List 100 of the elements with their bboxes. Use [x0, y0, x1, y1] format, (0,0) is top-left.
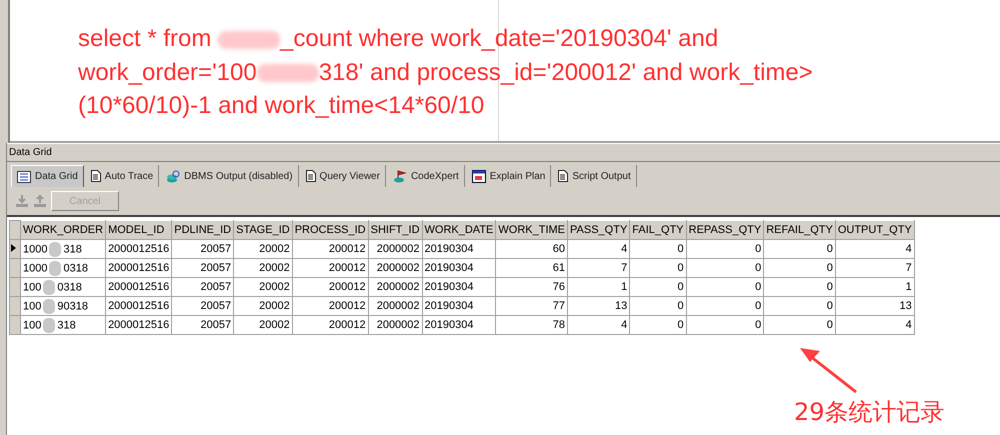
annotation-text: 29条统计记录: [794, 397, 945, 428]
table-cell: 20002: [234, 258, 292, 278]
table-cell: 4: [835, 316, 914, 334]
document-icon: [306, 170, 316, 182]
flag-icon: [392, 170, 407, 182]
column-header[interactable]: PASS_QTY: [568, 220, 630, 240]
table-cell: 2000012516: [106, 258, 172, 278]
table-cell: 0: [630, 240, 686, 258]
table-cell: 20002: [234, 240, 292, 258]
blurred-text: [218, 30, 280, 49]
column-header[interactable]: WORK_ORDER: [20, 220, 106, 240]
table-cell: 2000002: [368, 296, 422, 316]
table-cell: 200012: [292, 278, 368, 296]
table-cell: 4: [568, 316, 630, 334]
table-cell: 0: [686, 296, 764, 316]
table-cell: 2000002: [368, 258, 422, 278]
table-cell: 0: [686, 240, 764, 258]
plan-icon: [472, 170, 486, 182]
table-cell: 0: [764, 296, 836, 316]
table-cell: 0: [764, 316, 836, 334]
column-header[interactable]: PDLINE_ID: [172, 220, 234, 240]
table-cell: 0: [630, 296, 686, 316]
column-header[interactable]: SHIFT_ID: [368, 220, 422, 240]
table-cell: 200012: [292, 258, 368, 278]
column-header[interactable]: WORK_DATE: [422, 220, 496, 240]
column-header[interactable]: MODEL_ID: [106, 220, 172, 240]
table-cell: 2000002: [368, 316, 422, 334]
table-cell: 2000012516: [106, 316, 172, 334]
redaction-smear: [43, 280, 56, 294]
column-header[interactable]: STAGE_ID: [234, 220, 292, 240]
table-cell: 7: [568, 258, 630, 278]
redaction-smear: [43, 298, 56, 314]
table-cell: 2000012516: [106, 296, 172, 316]
tab[interactable]: Script Output: [553, 165, 637, 187]
table-cell: 20057: [172, 278, 234, 296]
table-cell: 0: [630, 316, 686, 334]
table-cell: 20002: [234, 316, 292, 334]
table-cell: 61: [496, 258, 568, 278]
table-cell: 2000012516: [106, 240, 172, 258]
sql-text: work_order='100: [78, 58, 257, 86]
table-cell: 76: [496, 278, 568, 296]
table-cell: 200012: [292, 240, 368, 258]
table-cell: 1000 0318: [20, 258, 106, 278]
table-cell: 0: [686, 316, 764, 334]
sql-text: 318' and process_id='200012' and work_time>: [318, 58, 813, 86]
table-cell: 78: [496, 316, 568, 334]
table-cell: 0: [686, 278, 764, 296]
tab[interactable]: Data Grid: [11, 165, 84, 187]
tab[interactable]: Query Viewer: [300, 165, 386, 187]
database-icon: [166, 170, 180, 182]
table-cell: 7: [835, 258, 914, 278]
table-cell: 0: [630, 258, 686, 278]
table-cell: 1000 318: [20, 240, 106, 258]
table-cell: 20190304: [422, 316, 496, 334]
tab[interactable]: Auto Trace: [86, 165, 160, 187]
table-cell: 0: [764, 278, 836, 296]
download-icon[interactable]: [15, 194, 29, 208]
table-cell: 20002: [234, 278, 292, 296]
document-icon: [558, 170, 568, 182]
sql-text: (10*60/10)-1 and work_time<14*60/10: [78, 92, 484, 119]
document-icon: [90, 170, 101, 182]
table-cell: 20057: [172, 296, 234, 316]
table-cell: 20057: [172, 258, 234, 278]
table-cell: 20190304: [422, 278, 496, 296]
tab[interactable]: Explain Plan: [466, 165, 552, 187]
column-header[interactable]: PROCESS_ID: [292, 220, 368, 240]
table-cell: 2000002: [368, 278, 422, 296]
column-header[interactable]: OUTPUT_QTY: [835, 220, 914, 240]
table-cell: 0: [764, 258, 836, 278]
table-cell: 2000002: [368, 240, 422, 258]
table-cell: 200012: [292, 296, 368, 316]
table-cell: 20057: [172, 316, 234, 334]
table-cell: 2000012516: [106, 278, 172, 296]
column-header[interactable]: FAIL_QTY: [630, 220, 686, 240]
tab[interactable]: CodeXpert: [388, 165, 465, 187]
redaction-smear: [49, 242, 62, 256]
table-cell: 0: [630, 278, 686, 296]
table-cell: 0: [686, 258, 764, 278]
table-cell: 60: [496, 240, 568, 258]
column-header[interactable]: REFAIL_QTY: [764, 220, 836, 240]
table-cell: 4: [568, 240, 630, 258]
table-cell: 77: [496, 296, 568, 316]
table-cell: 20002: [234, 296, 292, 316]
sql-text: select * from: [78, 25, 212, 52]
sql-editor[interactable]: select * from _count where work_date='20190304' and work_order='100 318' and process_id='200012' and work_time> (10*60/10)-1 and work_time<14*60/10: [10, 0, 1000, 143]
current-row-icon: [11, 244, 16, 252]
table-cell: 1: [568, 278, 630, 296]
tab[interactable]: DBMS Output (disabled): [161, 165, 299, 187]
table-cell: 20190304: [422, 296, 496, 316]
redaction-smear: [43, 318, 56, 332]
grid-icon: [17, 170, 31, 182]
column-header[interactable]: REPASS_QTY: [686, 220, 764, 240]
table-cell: 13: [568, 296, 630, 316]
table-cell: 100 0318: [20, 278, 106, 296]
upload-icon[interactable]: [33, 194, 47, 208]
table-cell: 100 318: [20, 316, 106, 334]
sql-text: _count where work_date='20190304' and: [280, 25, 718, 52]
column-header[interactable]: WORK_TIME: [496, 220, 568, 240]
table-cell: 4: [835, 240, 914, 258]
table-cell: 20190304: [422, 258, 496, 278]
